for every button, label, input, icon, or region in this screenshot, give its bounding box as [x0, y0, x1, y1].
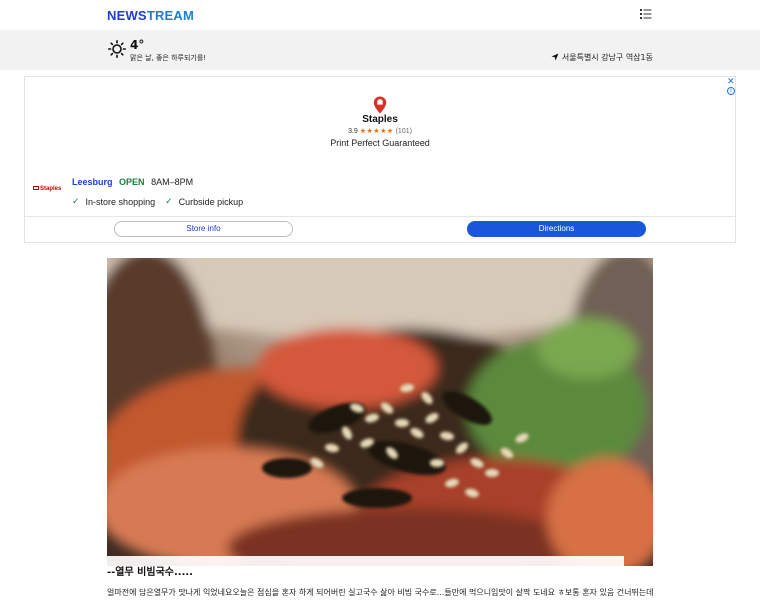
logo-news: NEWS [107, 8, 147, 23]
article-body: 얼마전에 담은열무가 맛나게 익었네요오늘은 점심을 혼자 하게 되어버린 실고… [107, 588, 653, 597]
check-icon: ✓ [72, 196, 80, 206]
ad-divider [25, 216, 735, 217]
temperature: 4° [130, 38, 145, 52]
store-features: ✓ In-store shopping ✓ Curbside pickup [72, 196, 243, 207]
review-count: (101) [395, 128, 412, 135]
directions-button[interactable]: Directions [467, 221, 646, 237]
ad-tagline: Print Perfect Guaranteed [330, 138, 430, 148]
feature-item: ✓ In-store shopping [72, 196, 155, 207]
sun-icon [108, 40, 127, 59]
ad-close-icon[interactable]: ✕ [727, 77, 735, 87]
ad-brand-name[interactable]: Staples [0, 114, 760, 125]
location-text: 서울특별시 강남구 역삼1동 [561, 53, 653, 62]
store-logo: Staples [33, 186, 61, 192]
rating-value: 3.9 [348, 128, 358, 135]
map-pin-icon [373, 96, 387, 114]
newstream-logo[interactable]: NEWSTREAM [107, 8, 194, 23]
article-hero-image[interactable] [107, 258, 653, 566]
store-city: Leesburg [72, 177, 113, 187]
ad-rating-row: 3.9 ★★★★★ (101) [0, 127, 760, 135]
feature-item: ✓ Curbside pickup [165, 196, 243, 207]
logo-stream: TREAM [146, 8, 195, 23]
location[interactable]: 서울특별시 강남구 역삼1동 [551, 52, 653, 63]
feature-label: In-store shopping [85, 196, 156, 207]
feature-label: Curbside pickup [178, 196, 244, 207]
weather-message: 맑은 날, 좋은 하루되기를! [130, 54, 207, 62]
store-open-status: OPEN [119, 177, 145, 187]
store-info-button[interactable]: Store info [114, 221, 293, 237]
navigation-arrow-icon [551, 53, 559, 63]
ad-info-icon[interactable]: i [727, 87, 735, 95]
article-caption[interactable]: --열무 비빔국수..... [107, 563, 193, 578]
rating-stars-icon: ★★★★★ [359, 128, 394, 135]
list-menu-icon[interactable] [640, 8, 654, 22]
store-hours: 8AM–8PM [151, 177, 194, 187]
store-status-line[interactable]: Leesburg OPEN 8AM–8PM [72, 177, 193, 187]
check-icon: ✓ [165, 196, 173, 206]
